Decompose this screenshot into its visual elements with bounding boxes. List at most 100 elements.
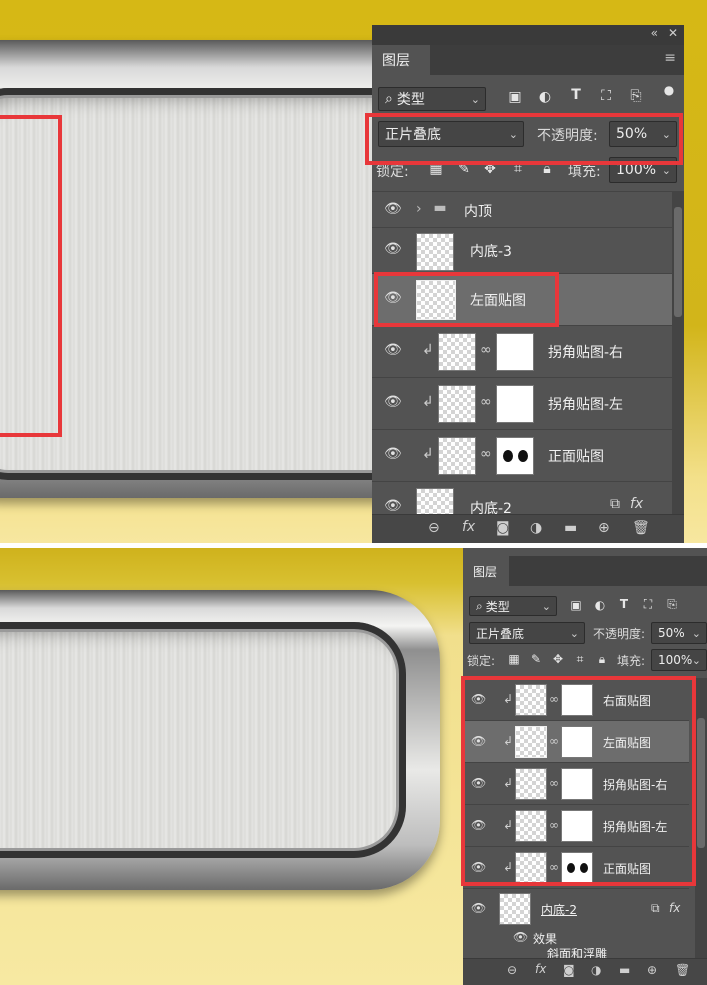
- panel-title-bar: « ✕: [372, 25, 684, 45]
- layers-scrollbar[interactable]: [672, 191, 684, 515]
- layer-name: 内底-2: [470, 501, 512, 515]
- clipping-arrow-icon: ↲: [422, 446, 434, 462]
- eye-icon[interactable]: 👁︎: [384, 394, 402, 410]
- fill-input[interactable]: 100% ⌄: [651, 649, 707, 671]
- opacity-input[interactable]: 50% ⌄: [651, 622, 707, 644]
- trash-icon[interactable]: 🗑︎: [632, 520, 650, 536]
- layer-thumbnail: [438, 333, 476, 371]
- adjustment-filter-icon[interactable]: ◐: [593, 598, 607, 612]
- highlight-blend-opacity: [365, 113, 683, 165]
- tab-layers[interactable]: 图层: [372, 45, 430, 75]
- top-screenshot: « ✕ 图层 ≡ ⌕ 类型 ⌄ ▣ ◐ T ⛶ ⎘ ● 正片叠底 ⌄ 不透明度:…: [0, 0, 707, 543]
- scrollbar-thumb[interactable]: [697, 718, 705, 848]
- eye-icon[interactable]: 👁︎: [513, 930, 528, 944]
- shape-filter-icon[interactable]: ⛶: [597, 88, 615, 104]
- blend-mode-select[interactable]: 正片叠底 ⌄: [469, 622, 585, 644]
- chevron-down-icon: ⌄: [470, 92, 480, 106]
- layer-row[interactable]: 👁︎ ↲ ∞ 拐角贴图-右: [372, 325, 672, 377]
- fx-badge[interactable]: fx: [630, 496, 643, 512]
- image-filter-icon[interactable]: ▣: [569, 598, 583, 612]
- layer-row[interactable]: 👁︎ 内底-2 ⧉ fx: [463, 888, 689, 928]
- text-filter-icon[interactable]: T: [567, 87, 585, 103]
- layer-thumbnail: [416, 488, 454, 515]
- clipping-arrow-icon: ↲: [422, 342, 434, 358]
- layer-name: 拐角贴图-左: [548, 397, 624, 413]
- filter-type-select[interactable]: ⌕ 类型 ⌄: [378, 87, 486, 111]
- lock-all-icon[interactable]: 🔒︎: [595, 652, 609, 667]
- opacity-value: 50%: [658, 626, 685, 640]
- new-group-icon[interactable]: ▬: [619, 963, 630, 977]
- eye-icon[interactable]: 👁︎: [384, 201, 402, 217]
- highlight-active-layer: [374, 272, 559, 327]
- image-filter-icon[interactable]: ▣: [506, 89, 524, 105]
- lock-position-icon[interactable]: ✥: [551, 652, 565, 666]
- fill-label: 填充:: [617, 654, 646, 668]
- scrollbar-thumb[interactable]: [674, 207, 682, 317]
- filter-type-select[interactable]: ⌕ 类型 ⌄: [469, 596, 557, 616]
- adjustment-filter-icon[interactable]: ◐: [536, 89, 554, 105]
- shape-filter-icon[interactable]: ⛶: [641, 597, 655, 612]
- text-filter-icon[interactable]: T: [617, 597, 631, 611]
- chevron-down-icon: ⌄: [661, 163, 671, 177]
- search-icon: ⌕: [385, 91, 393, 107]
- layer-name: 拐角贴图-右: [548, 345, 624, 361]
- effect-name: 斜面和浮雕: [547, 948, 608, 958]
- tab-layers[interactable]: 图层: [463, 556, 509, 586]
- menu-icon[interactable]: ≡: [664, 50, 676, 66]
- fx-badge[interactable]: fx: [669, 901, 680, 915]
- link-icon[interactable]: ∞: [480, 446, 492, 462]
- opacity-label: 不透明度:: [593, 627, 646, 641]
- smart-object-filter-icon[interactable]: ⎘: [627, 88, 645, 104]
- lock-paint-icon[interactable]: ✎: [529, 652, 543, 666]
- layers-scrollbar[interactable]: [695, 678, 707, 958]
- lock-transparency-icon[interactable]: ▦: [507, 652, 521, 666]
- metal-plate: [0, 590, 440, 890]
- new-layer-icon[interactable]: ⊕: [647, 963, 657, 977]
- smart-filter-icon: ⧉: [610, 496, 620, 512]
- layer-row[interactable]: 👁︎ ↲ ∞ 拐角贴图-左: [372, 377, 672, 429]
- eye-icon[interactable]: 👁︎: [384, 342, 402, 358]
- eye-icon[interactable]: 👁︎: [384, 446, 402, 462]
- layer-row[interactable]: 👁︎ › ▬ 内顶: [372, 191, 672, 227]
- link-icon[interactable]: ∞: [480, 342, 492, 358]
- eye-icon[interactable]: 👁︎: [384, 498, 402, 514]
- link-icon[interactable]: ∞: [480, 394, 492, 410]
- layer-thumbnail: [438, 385, 476, 423]
- highlight-clipped-layers: [461, 676, 696, 886]
- layer-thumbnail: [438, 437, 476, 475]
- add-mask-icon[interactable]: ◙: [496, 520, 510, 536]
- layer-name: 内底-3: [470, 244, 512, 260]
- close-icon[interactable]: ✕: [668, 26, 678, 40]
- add-mask-icon[interactable]: ◙: [563, 963, 575, 977]
- link-layers-icon[interactable]: ⊖: [507, 963, 517, 977]
- brushed-metal-surface: [0, 622, 406, 858]
- fx-icon[interactable]: fx: [462, 519, 475, 535]
- fx-icon[interactable]: fx: [535, 962, 546, 976]
- eye-icon[interactable]: 👁︎: [384, 241, 402, 257]
- layer-row[interactable]: 👁︎ 内底-3: [372, 227, 672, 273]
- layer-mask-thumbnail: [496, 437, 534, 475]
- eye-icon[interactable]: 👁︎: [471, 901, 486, 915]
- smart-object-filter-icon[interactable]: ⎘: [665, 597, 679, 612]
- chevron-right-icon[interactable]: ›: [416, 201, 422, 217]
- effects-row[interactable]: 👁︎ 效果: [463, 928, 689, 948]
- new-adjustment-icon[interactable]: ◑: [530, 520, 542, 536]
- new-group-icon[interactable]: ▬: [564, 520, 577, 536]
- collapse-icon[interactable]: «: [651, 26, 658, 40]
- layer-row[interactable]: 👁︎ ↲ ∞ 正面贴图: [372, 429, 672, 481]
- panel-footer: ⊖ fx ◙ ◑ ▬ ⊕ 🗑︎: [463, 958, 707, 985]
- filter-toggle-icon[interactable]: ●: [662, 83, 676, 97]
- effects-sub-row[interactable]: 斜面和浮雕: [463, 948, 689, 958]
- bottom-screenshot: 图层 ⌕ 类型 ⌄ ▣ ◐ T ⛶ ⎘ 正片叠底 ⌄ 不透明度: 50% ⌄ 锁…: [0, 548, 707, 985]
- new-layer-icon[interactable]: ⊕: [598, 520, 610, 536]
- filter-type-value: 类型: [396, 92, 425, 108]
- mask-shape: [503, 450, 513, 462]
- link-layers-icon[interactable]: ⊖: [428, 520, 440, 536]
- new-adjustment-icon[interactable]: ◑: [591, 963, 601, 977]
- layer-row[interactable]: 👁︎ 内底-2 ⧉ fx: [372, 481, 672, 515]
- blend-mode-value: 正片叠底: [476, 626, 525, 641]
- trash-icon[interactable]: 🗑︎: [675, 963, 690, 977]
- lock-artboard-icon[interactable]: ⌗: [573, 652, 587, 667]
- layer-name: 内底-2: [541, 903, 577, 917]
- chevron-down-icon: ⌄: [569, 626, 579, 640]
